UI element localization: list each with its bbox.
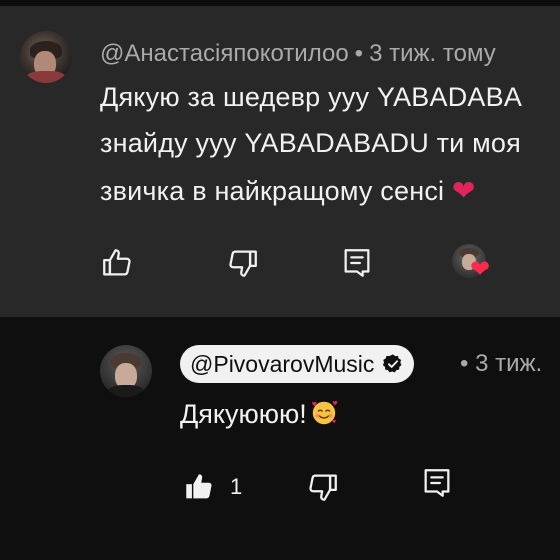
reply-text-content: Дякуююю! bbox=[180, 399, 307, 429]
like-button[interactable] bbox=[100, 246, 134, 280]
comment-author[interactable]: @Анастасіяпокотилоо bbox=[100, 40, 349, 67]
reply-meta: • 3 тиж. bbox=[460, 350, 542, 378]
like-icon bbox=[103, 249, 131, 276]
dislike-button[interactable] bbox=[226, 246, 260, 280]
dislike-icon bbox=[309, 474, 337, 501]
like-icon-filled bbox=[186, 474, 212, 499]
reply-icon bbox=[424, 469, 450, 497]
reply-time[interactable]: 3 тиж. bbox=[475, 350, 542, 377]
smiling-face-with-hearts-icon bbox=[311, 400, 337, 425]
reply-reply-button[interactable] bbox=[420, 466, 454, 500]
comment-meta: @Анастасіяпокотилоо • 3 тиж. тому bbox=[100, 40, 496, 68]
creator-heart-badge: ❤ bbox=[452, 244, 498, 284]
comment-text-line-3-text: звичка в найкращому сенсі bbox=[100, 176, 445, 206]
comment-text-line-3: звичка в найкращому сенсі ❤ bbox=[100, 174, 476, 207]
dislike-icon bbox=[229, 250, 257, 277]
reply-meta-separator: • bbox=[460, 350, 469, 377]
reply-author-avatar[interactable] bbox=[100, 345, 152, 397]
reply-author-chip[interactable]: @PivovarovMusic bbox=[180, 345, 415, 383]
reply-like-button[interactable]: 1 bbox=[182, 470, 242, 504]
comment-time[interactable]: 3 тиж. тому bbox=[369, 40, 496, 67]
reply-button[interactable] bbox=[340, 246, 374, 280]
meta-separator: • bbox=[354, 40, 364, 67]
reply-icon bbox=[344, 249, 370, 277]
verified-check-icon bbox=[383, 354, 402, 373]
reply-like-count: 1 bbox=[230, 474, 243, 499]
heart-emoji: ❤ bbox=[451, 175, 476, 206]
creator-heart-icon: ❤ bbox=[470, 256, 491, 283]
reply-text: Дякуююю! bbox=[180, 397, 339, 430]
reply-author: @PivovarovMusic bbox=[190, 350, 375, 377]
commenter-avatar[interactable] bbox=[20, 31, 72, 83]
comment-text-line-2: знайду ууу YABADABADU ти моя bbox=[100, 128, 521, 158]
reply-dislike-button[interactable] bbox=[306, 470, 340, 504]
comment-text-line-1: Дякую за шедевр ууу YABADABA bbox=[100, 82, 523, 112]
